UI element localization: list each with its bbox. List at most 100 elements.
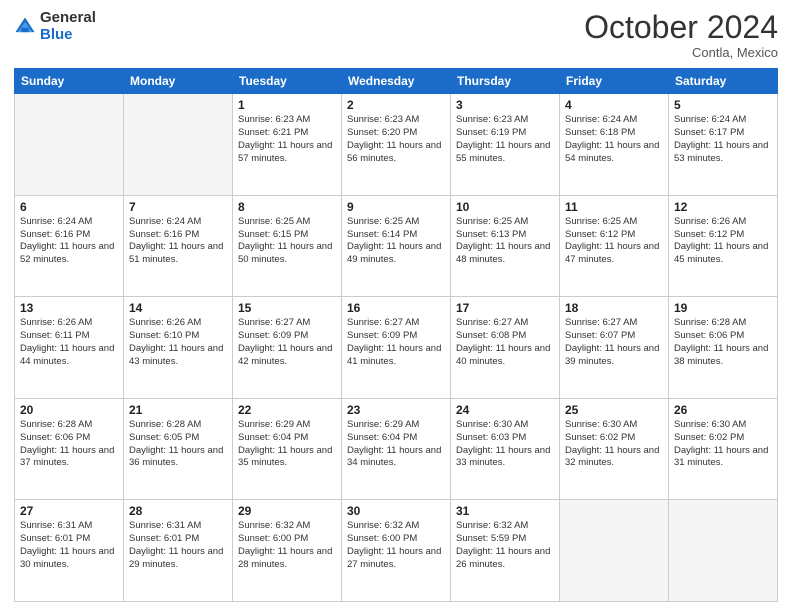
calendar-week-row: 20Sunrise: 6:28 AMSunset: 6:06 PMDayligh… <box>15 398 778 500</box>
day-number: 11 <box>565 200 663 214</box>
day-detail: Sunrise: 6:26 AMSunset: 6:12 PMDaylight:… <box>674 216 772 267</box>
day-detail: Sunrise: 6:30 AMSunset: 6:03 PMDaylight:… <box>456 419 554 470</box>
calendar-cell: 11 Sunrise: 6:25 AMSunset: 6:12 PMDayligh… <box>560 195 669 297</box>
day-detail: Sunrise: 6:32 AMSunset: 6:00 PMDaylight:… <box>238 520 336 571</box>
day-number: 4 <box>565 98 663 112</box>
day-detail: Sunrise: 6:25 AMSunset: 6:14 PMDaylight:… <box>347 216 445 267</box>
calendar-cell: 13 Sunrise: 6:26 AMSunset: 6:11 PMDayligh… <box>15 297 124 399</box>
calendar-cell: 26Sunrise: 6:30 AMSunset: 6:02 PMDayligh… <box>669 398 778 500</box>
calendar-cell: 21Sunrise: 6:28 AMSunset: 6:05 PMDayligh… <box>124 398 233 500</box>
calendar-cell: 4 Sunrise: 6:24 AMSunset: 6:18 PMDaylight… <box>560 94 669 196</box>
day-detail: Sunrise: 6:27 AMSunset: 6:08 PMDaylight:… <box>456 317 554 368</box>
title-block: October 2024 Contla, Mexico <box>584 10 778 60</box>
day-detail: Sunrise: 6:25 AMSunset: 6:12 PMDaylight:… <box>565 216 663 267</box>
calendar-cell <box>560 500 669 602</box>
day-number: 8 <box>238 200 336 214</box>
day-number: 19 <box>674 301 772 315</box>
day-detail: Sunrise: 6:26 AMSunset: 6:11 PMDaylight:… <box>20 317 118 368</box>
day-number: 17 <box>456 301 554 315</box>
day-detail: Sunrise: 6:30 AMSunset: 6:02 PMDaylight:… <box>674 419 772 470</box>
calendar-cell: 3Sunrise: 6:23 AMSunset: 6:19 PMDaylight… <box>451 94 560 196</box>
calendar-cell: 16 Sunrise: 6:27 AMSunset: 6:09 PMDayligh… <box>342 297 451 399</box>
calendar-cell: 10Sunrise: 6:25 AMSunset: 6:13 PMDayligh… <box>451 195 560 297</box>
day-number: 7 <box>129 200 227 214</box>
day-number: 30 <box>347 504 445 518</box>
calendar-week-row: 1 Sunrise: 6:23 AMSunset: 6:21 PMDaylight… <box>15 94 778 196</box>
day-number: 27 <box>20 504 118 518</box>
logo-icon <box>14 16 36 38</box>
day-detail: Sunrise: 6:24 AMSunset: 6:17 PMDaylight:… <box>674 114 772 165</box>
day-detail: Sunrise: 6:28 AMSunset: 6:06 PMDaylight:… <box>674 317 772 368</box>
calendar-cell: 24Sunrise: 6:30 AMSunset: 6:03 PMDayligh… <box>451 398 560 500</box>
day-number: 22 <box>238 403 336 417</box>
calendar-cell: 28Sunrise: 6:31 AMSunset: 6:01 PMDayligh… <box>124 500 233 602</box>
logo-blue-text: Blue <box>40 26 73 43</box>
day-detail: Sunrise: 6:23 AMSunset: 6:21 PMDaylight:… <box>238 114 336 165</box>
day-number: 14 <box>129 301 227 315</box>
day-detail: Sunrise: 6:23 AMSunset: 6:20 PMDaylight:… <box>347 114 445 165</box>
weekday-header: Wednesday <box>342 69 451 94</box>
calendar-cell: 2 Sunrise: 6:23 AMSunset: 6:20 PMDaylight… <box>342 94 451 196</box>
day-number: 13 <box>20 301 118 315</box>
day-number: 5 <box>674 98 772 112</box>
day-number: 6 <box>20 200 118 214</box>
calendar-cell: 29 Sunrise: 6:32 AMSunset: 6:00 PMDayligh… <box>233 500 342 602</box>
page: General Blue October 2024 Contla, Mexico… <box>0 0 792 612</box>
day-number: 23 <box>347 403 445 417</box>
calendar-table: SundayMondayTuesdayWednesdayThursdayFrid… <box>14 68 778 602</box>
calendar-cell: 17 Sunrise: 6:27 AMSunset: 6:08 PMDayligh… <box>451 297 560 399</box>
day-detail: Sunrise: 6:27 AMSunset: 6:07 PMDaylight:… <box>565 317 663 368</box>
calendar-cell: 6Sunrise: 6:24 AMSunset: 6:16 PMDaylight… <box>15 195 124 297</box>
day-detail: Sunrise: 6:32 AMSunset: 5:59 PMDaylight:… <box>456 520 554 571</box>
calendar-cell: 23 Sunrise: 6:29 AMSunset: 6:04 PMDayligh… <box>342 398 451 500</box>
day-number: 2 <box>347 98 445 112</box>
day-detail: Sunrise: 6:31 AMSunset: 6:01 PMDaylight:… <box>20 520 118 571</box>
weekday-header: Friday <box>560 69 669 94</box>
day-number: 1 <box>238 98 336 112</box>
day-detail: Sunrise: 6:24 AMSunset: 6:16 PMDaylight:… <box>129 216 227 267</box>
calendar-cell: 12Sunrise: 6:26 AMSunset: 6:12 PMDayligh… <box>669 195 778 297</box>
calendar-cell <box>15 94 124 196</box>
day-detail: Sunrise: 6:29 AMSunset: 6:04 PMDaylight:… <box>238 419 336 470</box>
calendar-week-row: 13 Sunrise: 6:26 AMSunset: 6:11 PMDayligh… <box>15 297 778 399</box>
day-detail: Sunrise: 6:24 AMSunset: 6:18 PMDaylight:… <box>565 114 663 165</box>
day-detail: Sunrise: 6:29 AMSunset: 6:04 PMDaylight:… <box>347 419 445 470</box>
logo-text: General Blue <box>40 10 96 43</box>
day-number: 29 <box>238 504 336 518</box>
weekday-header: Sunday <box>15 69 124 94</box>
calendar-cell: 7 Sunrise: 6:24 AMSunset: 6:16 PMDaylight… <box>124 195 233 297</box>
weekday-header: Thursday <box>451 69 560 94</box>
day-number: 20 <box>20 403 118 417</box>
day-number: 28 <box>129 504 227 518</box>
location-subtitle: Contla, Mexico <box>584 45 778 60</box>
calendar-cell: 18 Sunrise: 6:27 AMSunset: 6:07 PMDayligh… <box>560 297 669 399</box>
logo-general-text: General <box>40 9 96 26</box>
calendar-header-row: SundayMondayTuesdayWednesdayThursdayFrid… <box>15 69 778 94</box>
calendar-cell: 19 Sunrise: 6:28 AMSunset: 6:06 PMDayligh… <box>669 297 778 399</box>
calendar-cell: 15Sunrise: 6:27 AMSunset: 6:09 PMDayligh… <box>233 297 342 399</box>
header: General Blue October 2024 Contla, Mexico <box>14 10 778 60</box>
weekday-header: Saturday <box>669 69 778 94</box>
day-detail: Sunrise: 6:26 AMSunset: 6:10 PMDaylight:… <box>129 317 227 368</box>
calendar-week-row: 27 Sunrise: 6:31 AMSunset: 6:01 PMDayligh… <box>15 500 778 602</box>
logo: General Blue <box>14 10 96 43</box>
month-title: October 2024 <box>584 10 778 45</box>
weekday-header: Tuesday <box>233 69 342 94</box>
calendar-cell: 30 Sunrise: 6:32 AMSunset: 6:00 PMDayligh… <box>342 500 451 602</box>
weekday-header: Monday <box>124 69 233 94</box>
day-number: 31 <box>456 504 554 518</box>
day-number: 25 <box>565 403 663 417</box>
day-detail: Sunrise: 6:23 AMSunset: 6:19 PMDaylight:… <box>456 114 554 165</box>
calendar-cell: 27 Sunrise: 6:31 AMSunset: 6:01 PMDayligh… <box>15 500 124 602</box>
calendar-cell: 5 Sunrise: 6:24 AMSunset: 6:17 PMDaylight… <box>669 94 778 196</box>
day-detail: Sunrise: 6:27 AMSunset: 6:09 PMDaylight:… <box>347 317 445 368</box>
calendar-cell: 20Sunrise: 6:28 AMSunset: 6:06 PMDayligh… <box>15 398 124 500</box>
day-number: 16 <box>347 301 445 315</box>
day-number: 18 <box>565 301 663 315</box>
day-detail: Sunrise: 6:32 AMSunset: 6:00 PMDaylight:… <box>347 520 445 571</box>
day-detail: Sunrise: 6:30 AMSunset: 6:02 PMDaylight:… <box>565 419 663 470</box>
calendar-cell <box>124 94 233 196</box>
calendar-cell <box>669 500 778 602</box>
day-number: 21 <box>129 403 227 417</box>
day-number: 9 <box>347 200 445 214</box>
